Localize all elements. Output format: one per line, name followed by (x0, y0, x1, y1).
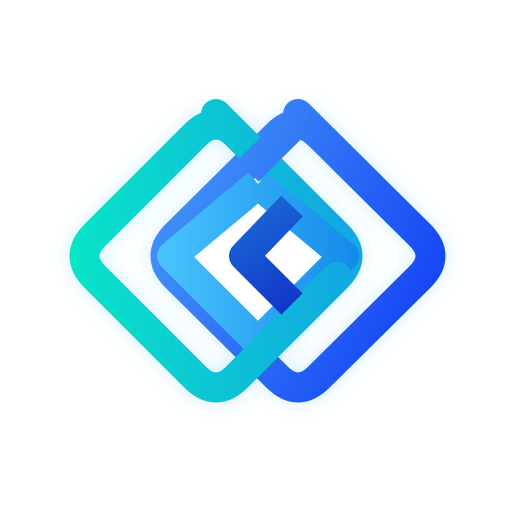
right-diamond-overlap (237, 110, 309, 182)
logo-icon (69, 99, 446, 403)
left-diamond (69, 99, 363, 403)
core-chevron (229, 195, 303, 315)
right-diamond (150, 99, 446, 403)
app-icon-canvas (0, 0, 512, 512)
